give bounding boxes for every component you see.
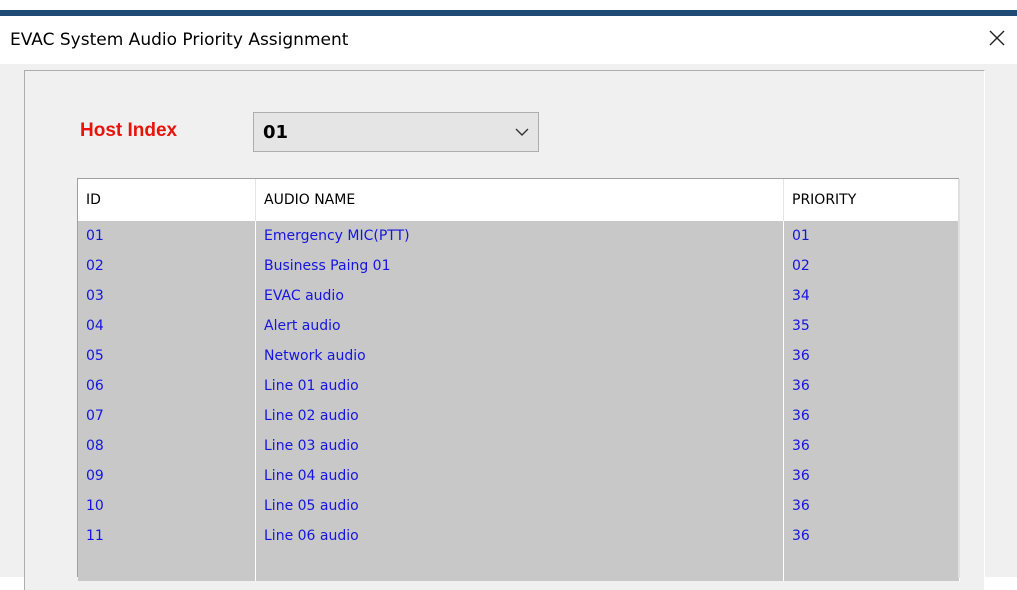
cell-priority: 35 [784,311,960,341]
cell-priority: 01 [784,221,960,251]
cell-priority: 36 [784,431,960,461]
cell-id: 02 [78,251,256,281]
cell-audio-name: Alert audio [256,311,784,341]
cell-id: 06 [78,371,256,401]
table-row[interactable]: 06 Line 01 audio 36 [78,371,960,401]
table-header: ID AUDIO NAME PRIORITY [78,179,960,221]
table-row[interactable]: 09 Line 04 audio 36 [78,461,960,491]
cell-priority: 34 [784,281,960,311]
cell-id: 11 [78,521,256,551]
column-header-id[interactable]: ID [78,179,256,221]
cell-audio-name: Line 04 audio [256,461,784,491]
cell-id: 03 [78,281,256,311]
table-row[interactable]: 02 Business Paing 01 02 [78,251,960,281]
cell-priority: 36 [784,371,960,401]
window-top-border [0,0,1017,16]
column-header-priority[interactable]: PRIORITY [784,179,960,221]
chevron-down-icon [515,128,529,136]
cell-priority: 36 [784,461,960,491]
table-row[interactable]: 08 Line 03 audio 36 [78,431,960,461]
cell-priority: 36 [784,401,960,431]
cell-audio-name: Line 01 audio [256,371,784,401]
cell-id: 01 [78,221,256,251]
cell-priority: 36 [784,341,960,371]
cell-audio-name: Line 03 audio [256,431,784,461]
window-title: EVAC System Audio Priority Assignment [10,30,349,50]
cell-id: 04 [78,311,256,341]
cell-audio-name: EVAC audio [256,281,784,311]
column-header-audio-name[interactable]: AUDIO NAME [256,179,784,221]
host-index-select[interactable]: 01 [253,112,539,152]
cell-id: 07 [78,401,256,431]
cell-audio-name: Emergency MIC(PTT) [256,221,784,251]
table-right-edge [958,179,960,578]
cell-id: 09 [78,461,256,491]
cell-audio-name: Line 06 audio [256,521,784,551]
host-index-value: 01 [263,122,289,143]
table-row[interactable]: 03 EVAC audio 34 [78,281,960,311]
cell-id: 05 [78,341,256,371]
cell-priority: 02 [784,251,960,281]
cell-audio-name: Business Paing 01 [256,251,784,281]
table-row[interactable]: 10 Line 05 audio 36 [78,491,960,521]
table-row[interactable]: 05 Network audio 36 [78,341,960,371]
table-row[interactable]: 04 Alert audio 35 [78,311,960,341]
cell-id: 08 [78,431,256,461]
table-row[interactable]: 01 Emergency MIC(PTT) 01 [78,221,960,251]
cell-priority: 36 [784,521,960,551]
cell-audio-name: Network audio [256,341,784,371]
audio-priority-table: ID AUDIO NAME PRIORITY 01 Emergency MIC(P… [77,178,960,581]
close-button[interactable] [983,24,1011,52]
host-index-label: Host Index [80,120,178,141]
table-row[interactable]: 11 Line 06 audio 36 [78,521,960,551]
table-row[interactable]: 07 Line 02 audio 36 [78,401,960,431]
cell-id: 10 [78,491,256,521]
title-bar: EVAC System Audio Priority Assignment [0,16,1017,64]
cell-audio-name: Line 02 audio [256,401,784,431]
cell-audio-name: Line 05 audio [256,491,784,521]
close-icon [989,30,1005,46]
cell-priority: 36 [784,491,960,521]
